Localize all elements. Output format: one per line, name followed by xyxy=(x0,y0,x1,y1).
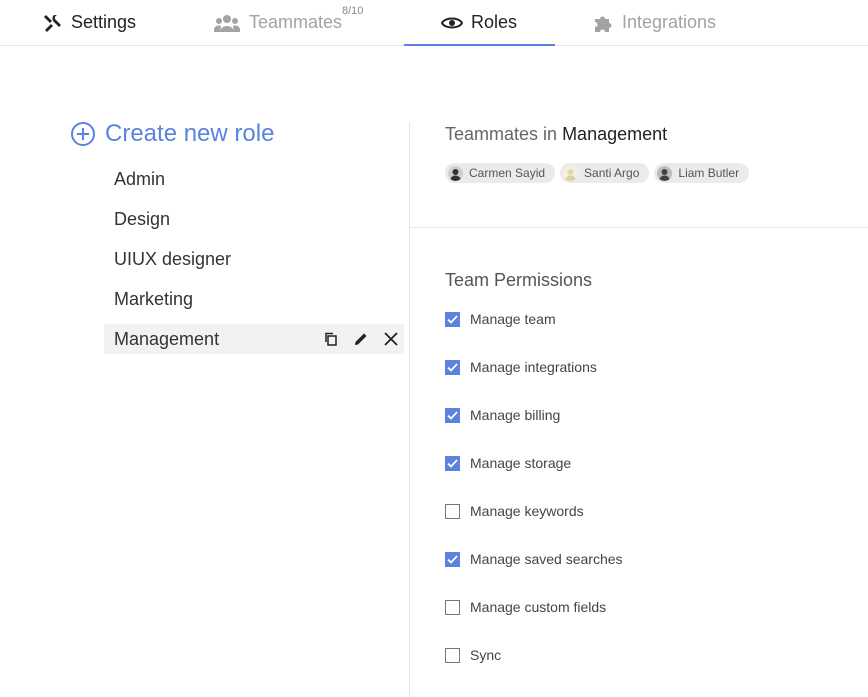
tab-roles[interactable]: Roles xyxy=(441,0,517,45)
team-permissions-title: Team Permissions xyxy=(445,270,593,290)
permission-label: Manage custom fields xyxy=(470,599,607,615)
permission-label: Sync xyxy=(470,647,502,663)
role-item[interactable]: UIUX designer xyxy=(104,244,404,274)
member-name: Carmen Sayid xyxy=(469,166,546,180)
tab-bar: Settings Teammates 8/10 Roles Integratio… xyxy=(0,0,868,46)
member-name: Liam Butler xyxy=(678,166,740,180)
checkbox-checked[interactable] xyxy=(445,455,460,471)
tab-label: Integrations xyxy=(622,12,717,32)
permission-item[interactable]: Manage custom fields xyxy=(445,598,606,616)
edit-pencil-icon[interactable] xyxy=(352,330,370,348)
tools-icon xyxy=(41,12,63,34)
permission-item[interactable]: Manage storage xyxy=(445,454,571,472)
member-chips: Carmen Sayid Santi Argo Liam Butler xyxy=(445,163,750,183)
role-item[interactable]: Marketing xyxy=(104,284,404,314)
role-label: Admin xyxy=(114,168,166,189)
permission-label: Manage integrations xyxy=(470,359,597,375)
permission-item[interactable]: Sync xyxy=(445,646,501,664)
checkbox-checked[interactable] xyxy=(445,407,460,423)
checkbox-unchecked[interactable] xyxy=(445,599,460,615)
tab-label: Teammates xyxy=(249,12,343,32)
avatar xyxy=(448,165,463,181)
teammates-prefix: Teammates in xyxy=(445,124,558,144)
permission-label: Manage keywords xyxy=(470,503,584,519)
role-item[interactable]: Admin xyxy=(104,164,404,194)
section-divider xyxy=(410,227,868,228)
duplicate-icon[interactable] xyxy=(322,330,340,348)
member-chip[interactable]: Santi Argo xyxy=(560,163,650,183)
role-item-selected[interactable]: Management xyxy=(104,324,404,354)
checkbox-checked[interactable] xyxy=(445,359,460,375)
member-name: Santi Argo xyxy=(584,166,640,180)
permission-item[interactable]: Manage keywords xyxy=(445,502,584,520)
member-chip[interactable]: Carmen Sayid xyxy=(445,163,556,183)
permission-label: Manage billing xyxy=(470,407,561,423)
checkbox-unchecked[interactable] xyxy=(445,647,460,663)
role-actions xyxy=(322,324,400,354)
permission-label: Manage storage xyxy=(470,455,572,471)
tab-integrations[interactable]: Integrations xyxy=(592,0,716,45)
permission-item[interactable]: Manage billing xyxy=(445,406,560,424)
close-icon[interactable] xyxy=(382,330,400,348)
active-tab-indicator xyxy=(404,44,555,46)
role-label: UIUX designer xyxy=(114,248,232,269)
permission-item[interactable]: Manage integrations xyxy=(445,358,597,376)
member-chip[interactable]: Liam Butler xyxy=(654,163,750,183)
eye-icon xyxy=(441,12,463,34)
avatar xyxy=(657,165,673,181)
checkbox-checked[interactable] xyxy=(445,551,460,567)
tab-settings[interactable]: Settings xyxy=(41,0,136,45)
add-circle-icon xyxy=(70,121,96,147)
role-label: Marketing xyxy=(114,288,194,309)
teammates-role-name: Management xyxy=(562,124,668,144)
teammates-count-badge: 8/10 xyxy=(342,5,364,17)
puzzle-icon xyxy=(592,12,614,34)
create-role-label: Create new role xyxy=(105,120,275,147)
create-role-button[interactable]: Create new role xyxy=(70,120,274,148)
tab-teammates[interactable]: Teammates xyxy=(213,0,342,45)
permission-item[interactable]: Manage team xyxy=(445,310,556,328)
people-icon xyxy=(213,12,241,34)
role-item[interactable]: Design xyxy=(104,204,404,234)
tab-label: Settings xyxy=(71,12,137,32)
avatar xyxy=(563,165,579,181)
checkbox-unchecked[interactable] xyxy=(445,503,460,519)
teammates-heading: Teammates in Management xyxy=(445,124,667,145)
tab-label: Roles xyxy=(471,12,518,32)
role-label: Management xyxy=(114,328,220,349)
column-divider xyxy=(409,122,410,697)
permission-item[interactable]: Manage saved searches xyxy=(445,550,623,568)
permission-label: Manage team xyxy=(470,311,556,327)
checkbox-checked[interactable] xyxy=(445,311,460,327)
role-label: Design xyxy=(114,208,171,229)
permission-label: Manage saved searches xyxy=(470,551,623,567)
